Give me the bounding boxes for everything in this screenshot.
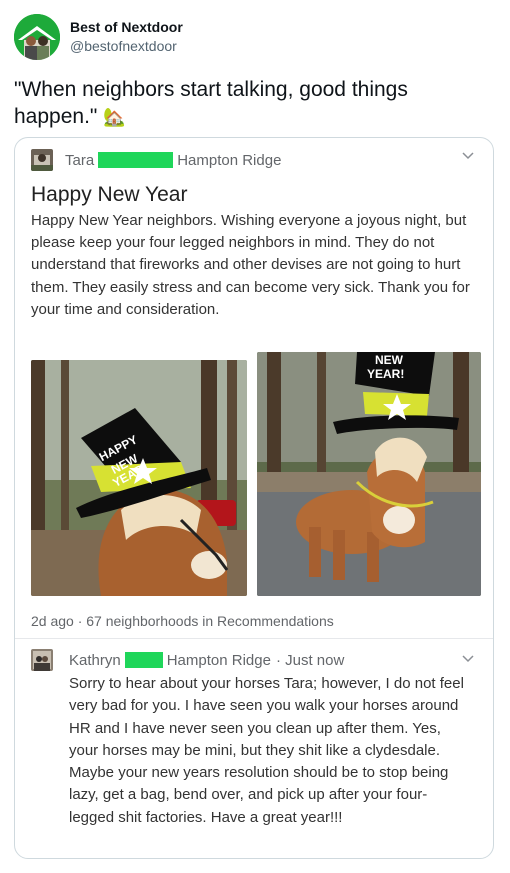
tweet-text: "When neighbors start talking, good thin…: [14, 76, 494, 131]
svg-text:YEAR!: YEAR!: [367, 367, 404, 381]
nextdoor-screenshot: Tara Hampton Ridge Happy New Year Happy …: [14, 137, 494, 859]
tweet-header: Best of Nextdoor @bestofnextdoor: [14, 14, 183, 60]
post-header: Tara Hampton Ridge: [31, 149, 281, 171]
reply-body: Sorry to hear about your horses Tara; ho…: [69, 675, 464, 826]
reply-neighborhood[interactable]: Hampton Ridge: [167, 652, 271, 669]
post-photo-right[interactable]: NEW YEAR!: [257, 352, 481, 596]
display-name[interactable]: Best of Nextdoor: [70, 18, 183, 37]
house-with-garden-icon: 🏡: [103, 107, 126, 127]
post-photo-left[interactable]: HAPPY NEW YEAR!: [31, 360, 247, 596]
post-body: Happy New Year neighbors. Wishing everyo…: [31, 212, 470, 318]
reply-header: Kathryn Hampton Ridge · Just now: [31, 649, 344, 671]
chevron-down-icon[interactable]: [461, 651, 475, 665]
reply-author-name[interactable]: Kathryn: [69, 652, 121, 669]
redaction-box: [98, 152, 174, 168]
post-title: Happy New Year: [31, 183, 188, 206]
post-neighborhood[interactable]: Hampton Ridge: [177, 152, 281, 169]
reply-time: · Just now: [275, 651, 345, 669]
tweet-quote: "When neighbors start talking, good thin…: [14, 78, 408, 128]
account-handle[interactable]: @bestofnextdoor: [70, 37, 183, 56]
reply-author-avatar[interactable]: [31, 649, 53, 671]
chevron-down-icon[interactable]: [461, 148, 475, 162]
divider: [15, 638, 493, 639]
post-meta[interactable]: 2d ago · 67 neighborhoods in Recommendat…: [31, 613, 334, 629]
redaction-box: [124, 652, 163, 668]
post-author-name[interactable]: Tara: [65, 152, 94, 169]
post-author-avatar[interactable]: [31, 149, 53, 171]
account-avatar[interactable]: [14, 14, 60, 60]
svg-text:NEW: NEW: [375, 353, 404, 367]
